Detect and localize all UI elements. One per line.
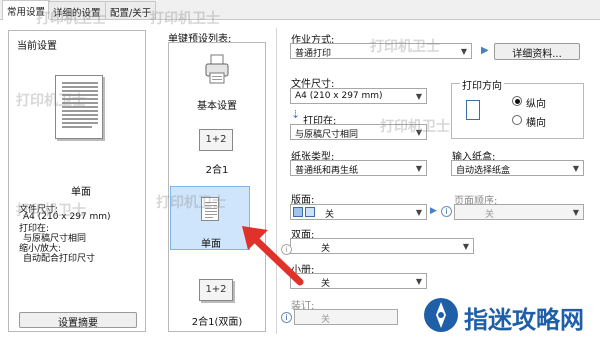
layout-value: 关 xyxy=(325,210,335,220)
settings-summary-button[interactable]: 设置摘要 xyxy=(19,312,137,329)
preset-item-label: 基本设置 xyxy=(197,101,237,112)
preset-list[interactable]: 基本设置 1+2 2合1 单面 1+2 2合1(双面) xyxy=(168,42,266,332)
tab-config-about[interactable]: 配置/关于 xyxy=(105,1,157,19)
page-order-select[interactable]: 关 ▼ xyxy=(454,204,584,220)
info-icon: i xyxy=(281,312,292,323)
landscape-label: 横向 xyxy=(526,118,546,129)
watermark-text: 打印机卫士 xyxy=(380,119,450,135)
portrait-radio[interactable] xyxy=(512,96,522,106)
staple-select[interactable]: 关 xyxy=(294,309,398,325)
chevron-down-icon: ▼ xyxy=(415,92,422,101)
page-order-value: 关 xyxy=(485,210,495,220)
staple-value: 关 xyxy=(321,315,331,325)
duplex-select[interactable]: 关 ▼ xyxy=(290,238,474,254)
chevron-down-icon: ▼ xyxy=(572,208,579,217)
play-arrow-icon: ▶ xyxy=(481,45,489,56)
orientation-group: 打印方向 纵向 横向 xyxy=(451,77,584,139)
brand-text: 指迷攻略网 xyxy=(464,306,584,334)
preset-item-basic[interactable]: 基本设置 xyxy=(169,49,265,112)
chevron-down-icon: ▼ xyxy=(415,164,422,173)
chevron-down-icon: ▼ xyxy=(572,164,579,173)
watermark-text: 打印机卫士 xyxy=(16,93,86,109)
current-settings-title: 当前设置 xyxy=(17,41,57,52)
orientation-title: 打印方向 xyxy=(460,77,504,92)
watermark-text: 打印机卫士 xyxy=(36,11,106,27)
chevron-down-icon: ▼ xyxy=(462,242,469,251)
chevron-down-icon: ▼ xyxy=(460,47,467,56)
duplex-value: 关 xyxy=(321,244,331,254)
printer-icon xyxy=(205,54,229,84)
booklet-select[interactable]: 关 ▼ xyxy=(290,273,427,289)
details-button[interactable]: 详细资料... xyxy=(494,43,580,60)
input-tray-select[interactable]: 自动选择纸盒 ▼ xyxy=(451,160,584,176)
landscape-radio[interactable] xyxy=(512,115,522,125)
2in1-duplex-icon: 1+2 xyxy=(199,279,233,301)
chevron-down-icon: ▼ xyxy=(415,208,422,217)
down-arrow-icon: ⇣ xyxy=(291,108,301,121)
input-tray-value: 自动选择纸盒 xyxy=(456,166,511,176)
current-settings-panel: 当前设置 单面 文件尺寸: A4 (210 x 297 mm) 打印在: 与原稿… xyxy=(8,30,146,332)
compass-logo-icon xyxy=(424,298,458,332)
layout-page-icon xyxy=(293,207,303,217)
doc-size-value: A4 (210 x 297 mm) xyxy=(295,91,383,101)
paper-type-select[interactable]: 普通纸和再生纸 ▼ xyxy=(290,160,427,176)
paper-type-value: 普通纸和再生纸 xyxy=(295,166,359,176)
play-arrow-icon: ▶ xyxy=(430,206,437,216)
brand-logo: 指迷攻略网 xyxy=(420,294,596,336)
layout-page-icon xyxy=(305,207,315,217)
preset-item-2in1[interactable]: 1+2 2合1 xyxy=(169,123,265,183)
preset-item-label: 2合1 xyxy=(205,165,229,176)
booklet-value: 关 xyxy=(321,279,331,289)
pointer-arrow-icon xyxy=(242,226,304,286)
watermark-text: 打印机卫士 xyxy=(156,195,226,211)
info-icon: i xyxy=(441,206,452,217)
job-value: 普通打印 xyxy=(295,49,332,59)
portrait-doc-icon xyxy=(466,100,480,120)
current-scale-value: 自动配合打印尺寸 xyxy=(23,254,96,264)
doc-size-select[interactable]: A4 (210 x 297 mm) ▼ xyxy=(290,88,427,104)
preview-caption: 单面 xyxy=(71,187,91,198)
portrait-label: 纵向 xyxy=(526,99,546,110)
print-on-value: 与原稿尺寸相同 xyxy=(295,130,359,140)
layout-select[interactable]: 关 ▼ xyxy=(290,204,427,220)
2in1-icon: 1+2 xyxy=(199,129,233,151)
column-divider xyxy=(276,28,277,334)
watermark-text: 打印机卫士 xyxy=(16,203,86,219)
chevron-down-icon: ▼ xyxy=(415,277,422,286)
watermark-text: 打印机卫士 xyxy=(370,39,440,55)
preset-item-label: 2合1(双面) xyxy=(191,317,243,328)
watermark-text: 打印机卫士 xyxy=(150,11,220,27)
